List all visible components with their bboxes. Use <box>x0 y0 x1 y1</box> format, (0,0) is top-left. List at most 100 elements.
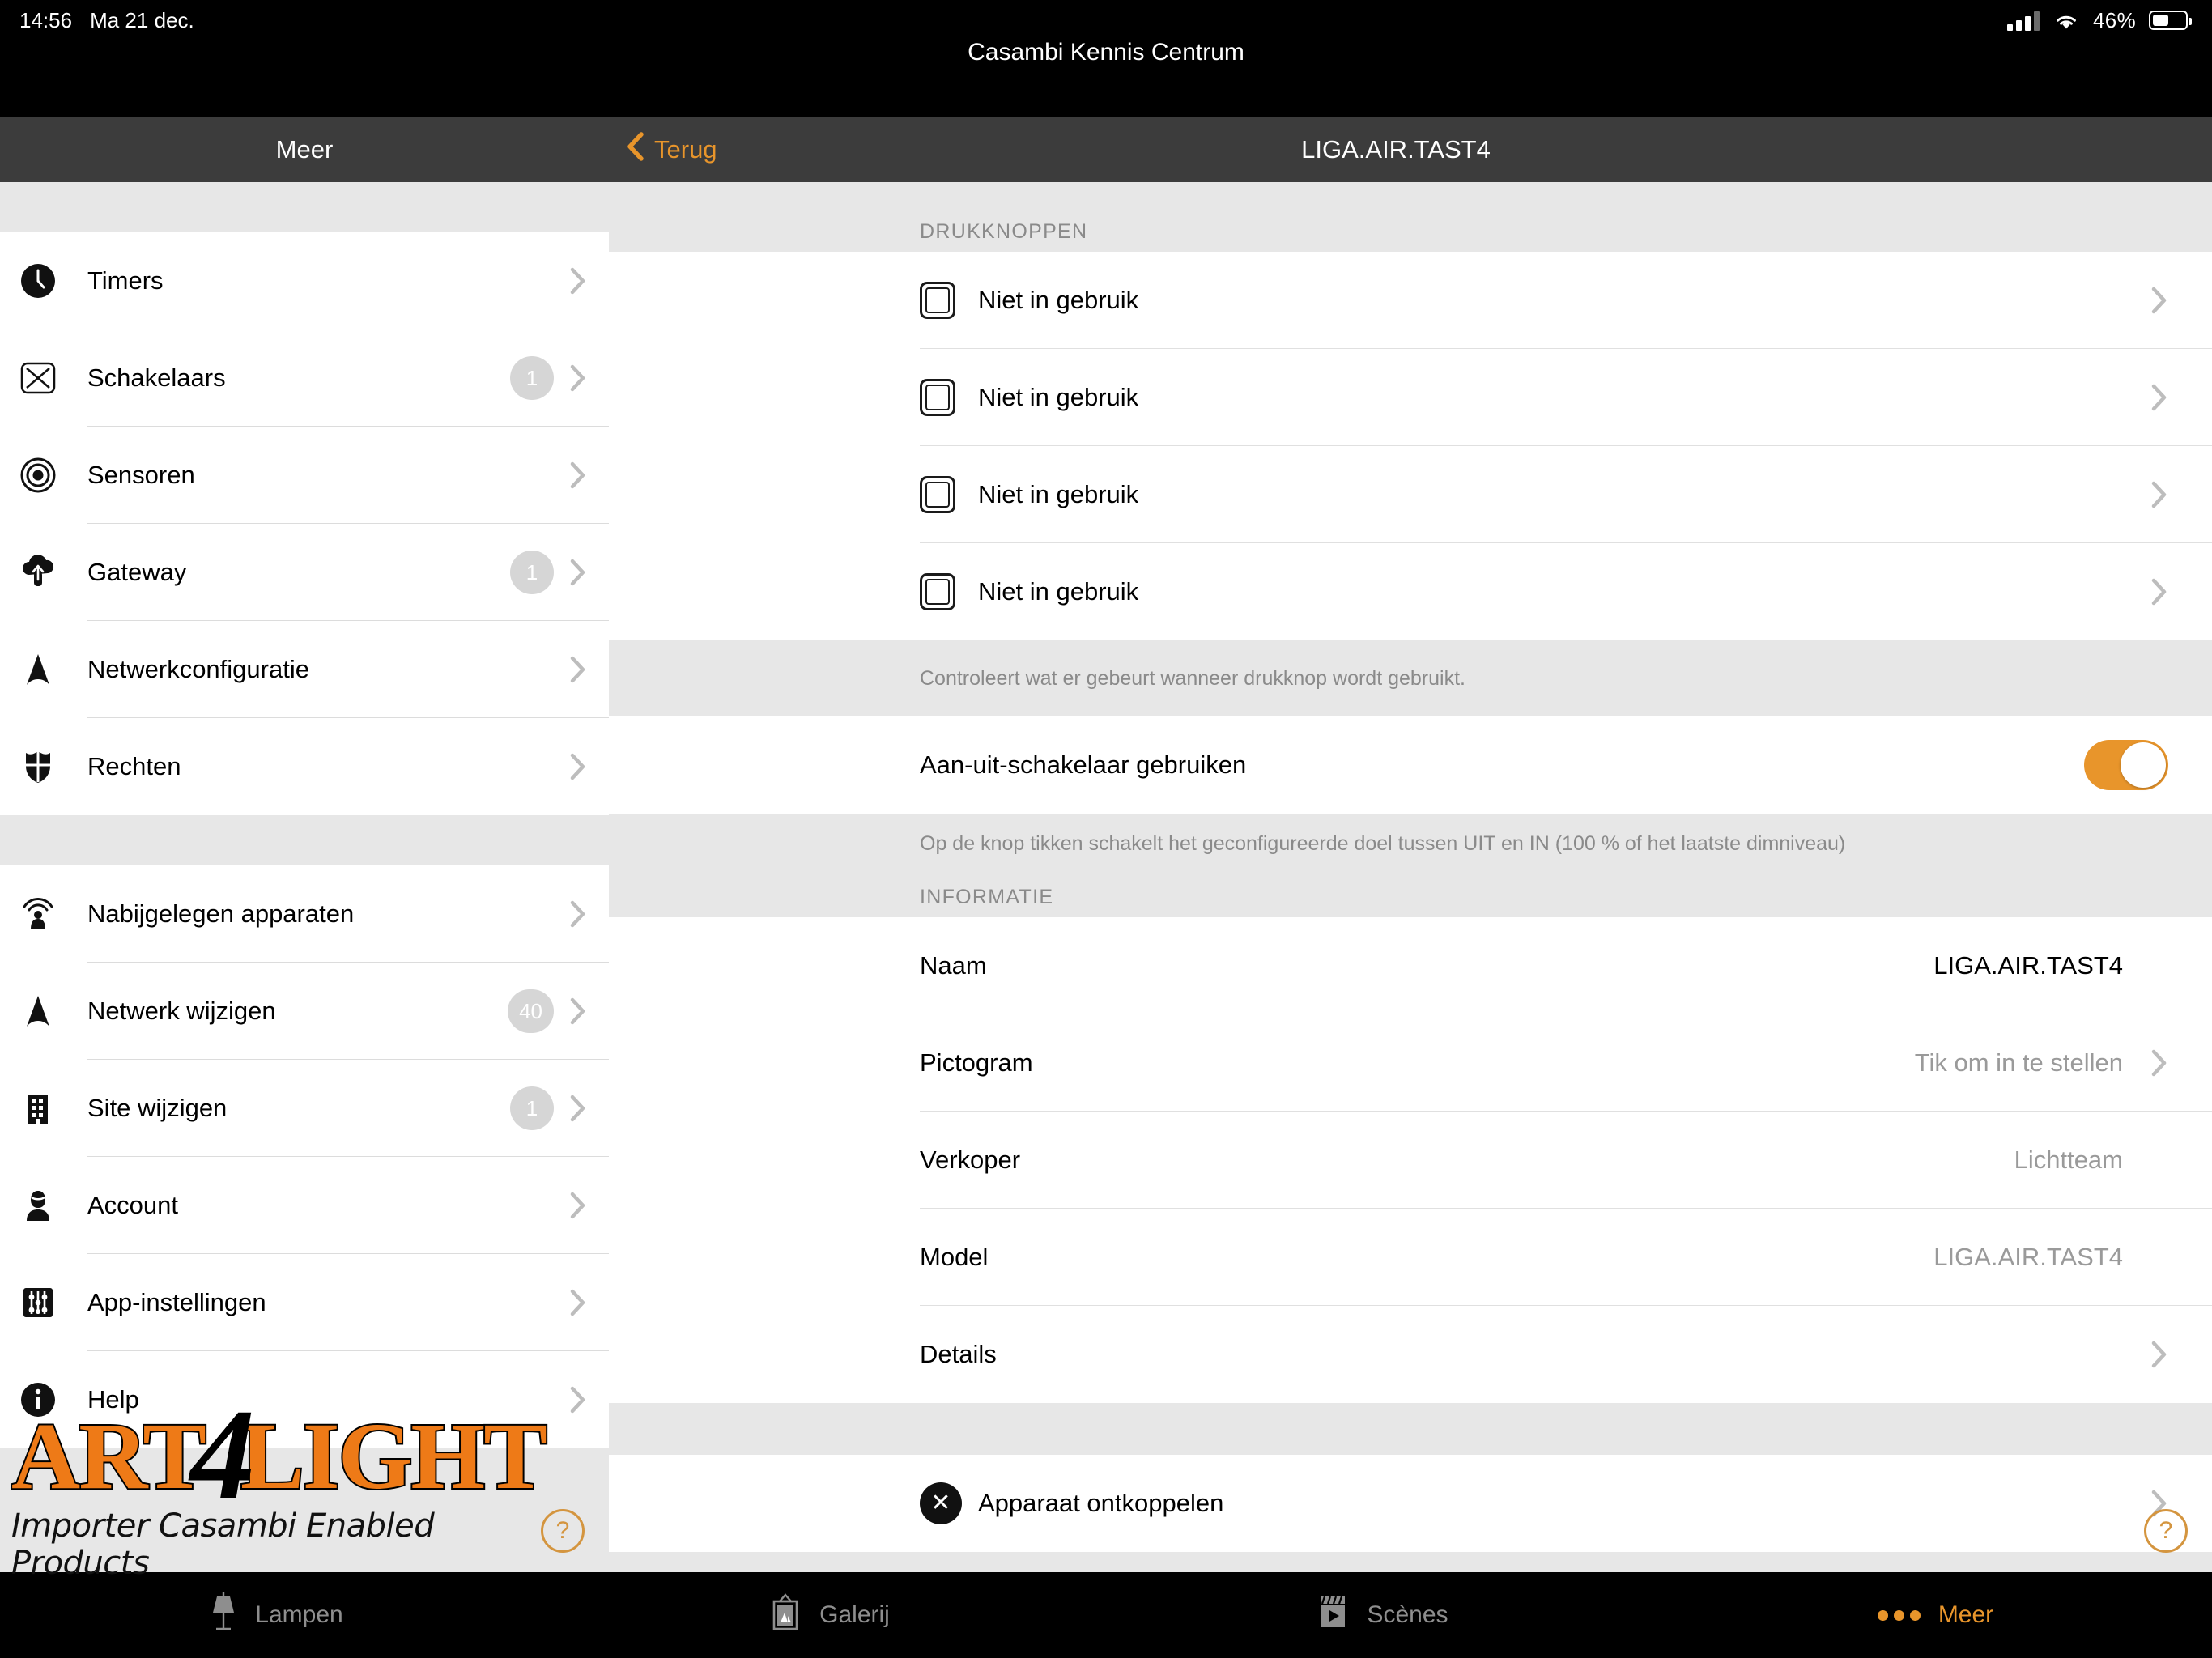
battery-icon <box>2149 11 2192 30</box>
sidebar-item-label: App-instellingen <box>87 1288 266 1316</box>
pushbutton-row[interactable]: Niet in gebruik <box>609 349 2212 446</box>
cellular-signal-icon <box>2007 10 2040 31</box>
detail-panel: DRUKKNOPPEN Niet in gebruik Niet in gebr… <box>609 182 2212 1572</box>
tab-bar[interactable]: Lampen Galerij Scènes Meer <box>0 1572 2212 1658</box>
pushbutton-row[interactable]: Niet in gebruik <box>609 252 2212 349</box>
sidebar-navbar: Meer <box>0 117 609 182</box>
onoff-switch-group: Aan-uit-schakelaar gebruiken <box>609 716 2212 814</box>
sidebar-item-gateway[interactable]: Gateway 1 <box>0 524 609 621</box>
chevron-right-icon <box>559 267 598 295</box>
tab-lampen[interactable]: Lampen <box>0 1592 553 1639</box>
tab-galerij[interactable]: Galerij <box>553 1592 1106 1639</box>
information-group: Naam LIGA.AIR.TAST4 Pictogram Tik om in … <box>609 917 2212 1403</box>
sidebar-item-label: Timers <box>87 266 164 295</box>
sidebar-item-label: Netwerk wijzigen <box>87 997 276 1025</box>
sidebar-item-app-instellingen[interactable]: App-instellingen <box>0 1254 609 1351</box>
info-label: Details <box>920 1340 997 1368</box>
chevron-right-icon <box>559 1192 598 1219</box>
sidebar-item-help[interactable]: Help <box>0 1351 609 1448</box>
network-title: Casambi Kennis Centrum <box>968 39 1244 66</box>
info-row-details[interactable]: Details <box>609 1306 2212 1403</box>
info-label: Pictogram <box>920 1048 1033 1077</box>
section-header-drukknoppen: DRUKKNOPPEN <box>609 182 2212 252</box>
lamp-icon <box>210 1592 237 1639</box>
sidebar-title: Meer <box>275 135 334 164</box>
app-screen: 14:56 Ma 21 dec. 46% Casambi Kennis Cent… <box>0 0 2212 1658</box>
tab-meer[interactable]: Meer <box>1659 1601 2212 1629</box>
sidebar-item-sensoren[interactable]: Sensoren <box>0 427 609 524</box>
sidebar-item-rechten[interactable]: Rechten <box>0 718 609 815</box>
info-value: LIGA.AIR.TAST4 <box>1933 951 2123 980</box>
onoff-switch-row[interactable]: Aan-uit-schakelaar gebruiken <box>609 716 2212 814</box>
push-button-icon <box>920 282 978 319</box>
info-row-pictogram[interactable]: Pictogram Tik om in te stellen <box>609 1014 2212 1112</box>
info-label: Naam <box>920 951 987 980</box>
tab-scenes[interactable]: Scènes <box>1106 1593 1659 1637</box>
chevron-right-icon <box>559 1289 598 1316</box>
section-footer-drukknoppen: Controleert wat er gebeurt wanneer drukk… <box>609 640 2212 716</box>
cloud-upload-icon <box>19 554 87 591</box>
sidebar-item-badge: 1 <box>510 551 554 594</box>
push-button-icon <box>920 476 978 513</box>
building-icon <box>19 1090 87 1127</box>
sidebar-item-label: Account <box>87 1191 179 1219</box>
sidebar-item-badge: 1 <box>510 1086 554 1130</box>
chevron-right-icon <box>559 364 598 392</box>
onoff-switch-toggle[interactable] <box>2084 740 2168 790</box>
sidebar[interactable]: Timers Schakelaars 1 Sensoren Gateway 1 … <box>0 182 609 1572</box>
chevron-right-icon <box>2123 1049 2168 1077</box>
info-value: LIGA.AIR.TAST4 <box>1933 1243 2123 1271</box>
section-header-label: INFORMATIE <box>920 886 1054 908</box>
sidebar-item-label: Gateway <box>87 558 187 586</box>
person-icon <box>19 1187 87 1224</box>
sidebar-item-schakelaars[interactable]: Schakelaars 1 <box>0 329 609 427</box>
info-value: Tik om in te stellen <box>1914 1048 2123 1077</box>
status-bar-left: 14:56 Ma 21 dec. <box>19 8 194 33</box>
info-row-naam: Naam LIGA.AIR.TAST4 <box>609 917 2212 1014</box>
wifi-icon <box>2052 10 2080 31</box>
info-value: Lichtteam <box>2014 1146 2123 1174</box>
sidebar-mid-gap <box>0 815 609 865</box>
section-footer-onoff: Op de knop tikken schakelt het geconfigu… <box>609 814 2212 874</box>
broadcast-icon <box>19 895 87 933</box>
chevron-right-icon <box>2123 578 2168 606</box>
status-bar-right: 46% <box>2007 7 2192 33</box>
sidebar-item-nabijgelegen-apparaten[interactable]: Nabijgelegen apparaten <box>0 865 609 963</box>
sidebar-item-account[interactable]: Account <box>0 1157 609 1254</box>
pushbutton-label: Niet in gebruik <box>978 286 1139 314</box>
pushbutton-label: Niet in gebruik <box>978 480 1139 508</box>
info-row-verkoper: Verkoper Lichtteam <box>609 1112 2212 1209</box>
section-footer-text: Controleert wat er gebeurt wanneer drukk… <box>920 666 1465 690</box>
status-bar: 14:56 Ma 21 dec. 46% <box>0 0 2212 40</box>
sidebar-item-netwerk-wijzigen[interactable]: Netwerk wijzigen 40 <box>0 963 609 1060</box>
unpair-device-row[interactable]: ✕ Apparaat ontkoppelen <box>609 1455 2212 1552</box>
sidebar-item-site-wijzigen[interactable]: Site wijzigen 1 <box>0 1060 609 1157</box>
help-button[interactable]: ? <box>2144 1509 2188 1553</box>
sidebar-item-timers[interactable]: Timers <box>0 232 609 329</box>
sensor-icon <box>19 457 87 494</box>
chevron-right-icon <box>2123 1341 2168 1368</box>
unpair-device-label: Apparaat ontkoppelen <box>978 1489 1224 1517</box>
pushbuttons-group: Niet in gebruik Niet in gebruik Niet in … <box>609 252 2212 640</box>
push-button-icon <box>920 379 978 416</box>
sidebar-item-label: Site wijzigen <box>87 1094 228 1122</box>
pushbutton-row[interactable]: Niet in gebruik <box>609 543 2212 640</box>
more-dots-icon <box>1877 1609 1921 1621</box>
sidebar-item-netwerkconfiguratie[interactable]: Netwerkconfiguratie <box>0 621 609 718</box>
detail-title: LIGA.AIR.TAST4 <box>1301 135 1491 164</box>
section-footer-text: Op de knop tikken schakelt het geconfigu… <box>920 831 1846 855</box>
chevron-right-icon <box>559 559 598 586</box>
pushbutton-row[interactable]: Niet in gebruik <box>609 446 2212 543</box>
scenes-icon <box>1317 1593 1349 1637</box>
shield-icon <box>19 748 87 785</box>
chevron-right-icon <box>559 900 598 928</box>
sidebar-item-badge: 40 <box>508 989 554 1033</box>
battery-percent: 46% <box>2093 7 2136 32</box>
help-button[interactable]: ? <box>541 1509 585 1553</box>
switch-icon <box>19 359 87 397</box>
status-date: Ma 21 dec. <box>90 7 194 32</box>
chevron-right-icon <box>2123 481 2168 508</box>
x-circle-icon: ✕ <box>920 1482 978 1524</box>
info-icon <box>19 1381 87 1418</box>
sidebar-item-label: Nabijgelegen apparaten <box>87 899 355 928</box>
